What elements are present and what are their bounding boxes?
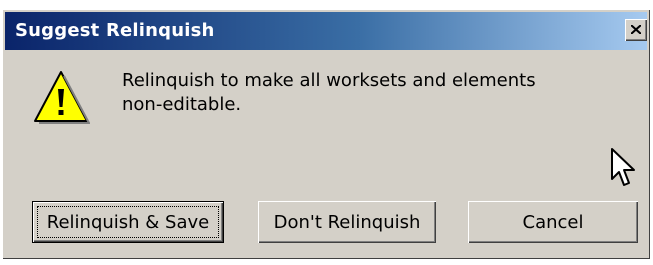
cancel-button[interactable]: Cancel <box>468 201 638 243</box>
title-bar[interactable]: Suggest Relinquish <box>5 12 647 50</box>
warning-icon <box>34 71 90 124</box>
mouse-pointer-icon <box>611 148 635 186</box>
dialog-title: Suggest Relinquish <box>15 20 215 41</box>
dialog-message: Relinquish to make all worksets and elem… <box>122 70 536 115</box>
relinquish-and-save-button[interactable]: Relinquish & Save <box>32 201 224 243</box>
cancel-label: Cancel <box>522 211 584 233</box>
relinquish-and-save-label: Relinquish & Save <box>46 211 210 233</box>
suggest-relinquish-dialog: Suggest Relinquish Relinquish to make al… <box>2 9 650 259</box>
dont-relinquish-label: Don't Relinquish <box>273 211 421 233</box>
close-icon <box>631 25 641 34</box>
close-button[interactable] <box>625 19 647 41</box>
dont-relinquish-button[interactable]: Don't Relinquish <box>258 201 436 243</box>
